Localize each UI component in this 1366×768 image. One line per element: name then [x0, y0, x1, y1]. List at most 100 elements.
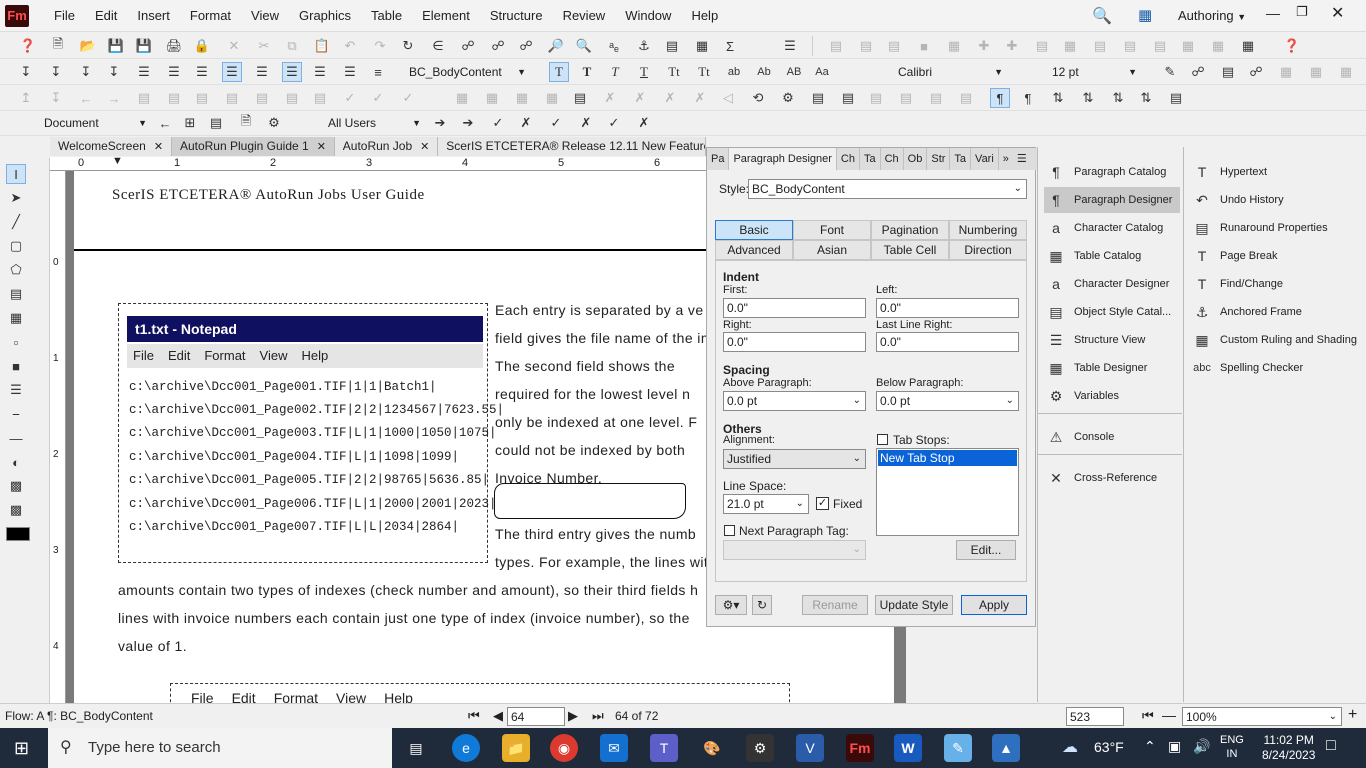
align-icon[interactable]: ⚙: [778, 88, 798, 108]
taskbar-search[interactable]: ⚲ Type here to search: [48, 728, 392, 768]
paragraph-designer-item[interactable]: ¶ Paragraph Designer: [1044, 187, 1180, 213]
paint-icon[interactable]: 🎨: [698, 734, 726, 762]
save-as-icon[interactable]: 💾: [134, 36, 154, 56]
menu-help[interactable]: Help: [681, 8, 728, 23]
smallcaps-button[interactable]: Aa: [812, 62, 832, 82]
color-swatch[interactable]: [6, 527, 30, 541]
last-page-icon[interactable]: ⏭: [592, 708, 604, 724]
frame3-icon[interactable]: ▤: [866, 88, 886, 108]
line-width-icon[interactable]: ☰: [6, 380, 26, 400]
layout-tool-icon[interactable]: ▫: [6, 332, 26, 352]
panel-tab[interactable]: Ch: [837, 148, 860, 170]
table-tool13-icon[interactable]: ▦: [1178, 36, 1198, 56]
teams-icon[interactable]: T: [650, 734, 678, 762]
delete-icon[interactable]: ✕: [224, 36, 244, 56]
tab-stops-checkbox[interactable]: [877, 434, 888, 445]
character-catalog-item[interactable]: a Character Catalog: [1044, 215, 1180, 241]
chrome-icon[interactable]: ◉: [550, 734, 578, 762]
prev-page-icon[interactable]: ◀: [493, 708, 503, 724]
table-tool7-icon[interactable]: ✚: [1002, 36, 1022, 56]
list-icon[interactable]: ☰: [780, 36, 800, 56]
structure-view-item[interactable]: ☰ Structure View: [1044, 327, 1180, 353]
new-document-icon[interactable]: 🗎: [48, 36, 68, 56]
link2-icon[interactable]: ☍: [488, 36, 508, 56]
review2-icon[interactable]: ➔: [458, 113, 478, 133]
text-select-tool-icon[interactable]: I: [6, 164, 26, 184]
find-icon[interactable]: 🔎: [546, 36, 566, 56]
spacing2-icon[interactable]: ☰: [282, 62, 302, 82]
menu-window[interactable]: Window: [615, 8, 681, 23]
text-frame-tool-icon[interactable]: ▤: [6, 284, 26, 304]
first-page-icon[interactable]: ⏮: [468, 708, 480, 724]
flip3-icon[interactable]: ✗: [660, 88, 680, 108]
panel-tab-active[interactable]: Paragraph Designer: [729, 148, 837, 170]
cut-icon[interactable]: ✂: [254, 36, 274, 56]
align-top-icon[interactable]: ↥: [16, 88, 36, 108]
check2-icon[interactable]: ✓: [368, 88, 388, 108]
alignment-combo[interactable]: Justified ⌄: [723, 449, 866, 469]
print-icon[interactable]: 🖨: [164, 36, 184, 56]
users-combo[interactable]: All Users ▼: [324, 113, 424, 133]
text-style-t1[interactable]: T: [549, 62, 569, 82]
distribute5-icon[interactable]: ▤: [252, 88, 272, 108]
variables-item[interactable]: ⚙ Variables: [1044, 383, 1180, 409]
table-designer-item[interactable]: ▦ Table Designer: [1044, 355, 1180, 381]
update-style-button[interactable]: Update Style: [875, 595, 953, 615]
zoom-plus-icon[interactable]: +: [1348, 706, 1357, 724]
workspace-switcher[interactable]: Authoring ▼: [1178, 8, 1246, 23]
lowercase-button[interactable]: ab: [724, 62, 744, 82]
close-tab-icon[interactable]: ✕: [420, 141, 429, 153]
close-tab-icon[interactable]: ✕: [317, 141, 326, 153]
track1-icon[interactable]: ⇅: [1048, 88, 1068, 108]
help2-icon[interactable]: ❓: [1282, 36, 1302, 56]
frame5-icon[interactable]: ▤: [926, 88, 946, 108]
tab-direction[interactable]: Direction: [949, 240, 1027, 260]
frame6-icon[interactable]: ▤: [956, 88, 976, 108]
polygon-tool-icon[interactable]: ⬠: [6, 260, 26, 280]
pilcrow-icon[interactable]: ¶: [990, 88, 1010, 108]
dash-style-icon[interactable]: ⎯: [6, 404, 26, 424]
panel-tab[interactable]: Pa: [707, 148, 730, 170]
table-tool5-icon[interactable]: ▦: [944, 36, 964, 56]
font-combo[interactable]: Calibri ▼: [894, 62, 1006, 82]
flip1-icon[interactable]: ✗: [600, 88, 620, 108]
redo-icon[interactable]: ↷: [370, 36, 390, 56]
fit-icon[interactable]: ▤: [206, 113, 226, 133]
page-break-item[interactable]: T Page Break: [1190, 243, 1365, 269]
tab-numbering[interactable]: Numbering: [949, 220, 1027, 240]
menu-structure[interactable]: Structure: [480, 8, 553, 23]
align-center-icon[interactable]: ☰: [164, 62, 184, 82]
tab-asian[interactable]: Asian: [793, 240, 871, 260]
table-tool11-icon[interactable]: ▤: [1120, 36, 1140, 56]
tab-stops-list[interactable]: New Tab Stop: [876, 448, 1019, 536]
front-icon[interactable]: ▦: [512, 88, 532, 108]
page-icon[interactable]: 🗎: [236, 113, 256, 133]
arrow-down3-icon[interactable]: ↧: [76, 62, 96, 82]
tab-table-cell[interactable]: Table Cell: [871, 240, 949, 260]
line-end-icon[interactable]: —: [6, 428, 26, 448]
align-right-icon[interactable]: ☰: [192, 62, 212, 82]
review8-icon[interactable]: ✗: [634, 113, 654, 133]
font-size-combo[interactable]: 12 pt ▼: [1048, 62, 1140, 82]
panel-tab[interactable]: Ob: [904, 148, 928, 170]
group-icon[interactable]: ▦: [452, 88, 472, 108]
panel-tab[interactable]: Str: [927, 148, 951, 170]
italic-button[interactable]: T: [605, 62, 625, 82]
cross-reference-item[interactable]: ✕ Cross-Reference: [1044, 465, 1180, 491]
refresh-icon[interactable]: ↻: [398, 36, 418, 56]
rectangle-tool-icon[interactable]: ▢: [6, 236, 26, 256]
menu-view[interactable]: View: [241, 8, 289, 23]
edit-tool2-icon[interactable]: ☍: [1188, 62, 1208, 82]
align-left-icon[interactable]: ☰: [134, 62, 154, 82]
distribute4-icon[interactable]: ▤: [222, 88, 242, 108]
distribute3-icon[interactable]: ▤: [192, 88, 212, 108]
graphic-frame-tool-icon[interactable]: ▦: [6, 308, 26, 328]
menu-format[interactable]: Format: [180, 8, 241, 23]
menu-graphics[interactable]: Graphics: [289, 8, 361, 23]
network-icon[interactable]: ▣: [1168, 738, 1181, 755]
edit-tool4-icon[interactable]: ☍: [1246, 62, 1266, 82]
distribute7-icon[interactable]: ▤: [310, 88, 330, 108]
overprint-icon[interactable]: ▩: [6, 476, 26, 496]
spacing5-icon[interactable]: ≡: [368, 62, 388, 82]
right-indent-input[interactable]: 0.0": [723, 332, 866, 352]
